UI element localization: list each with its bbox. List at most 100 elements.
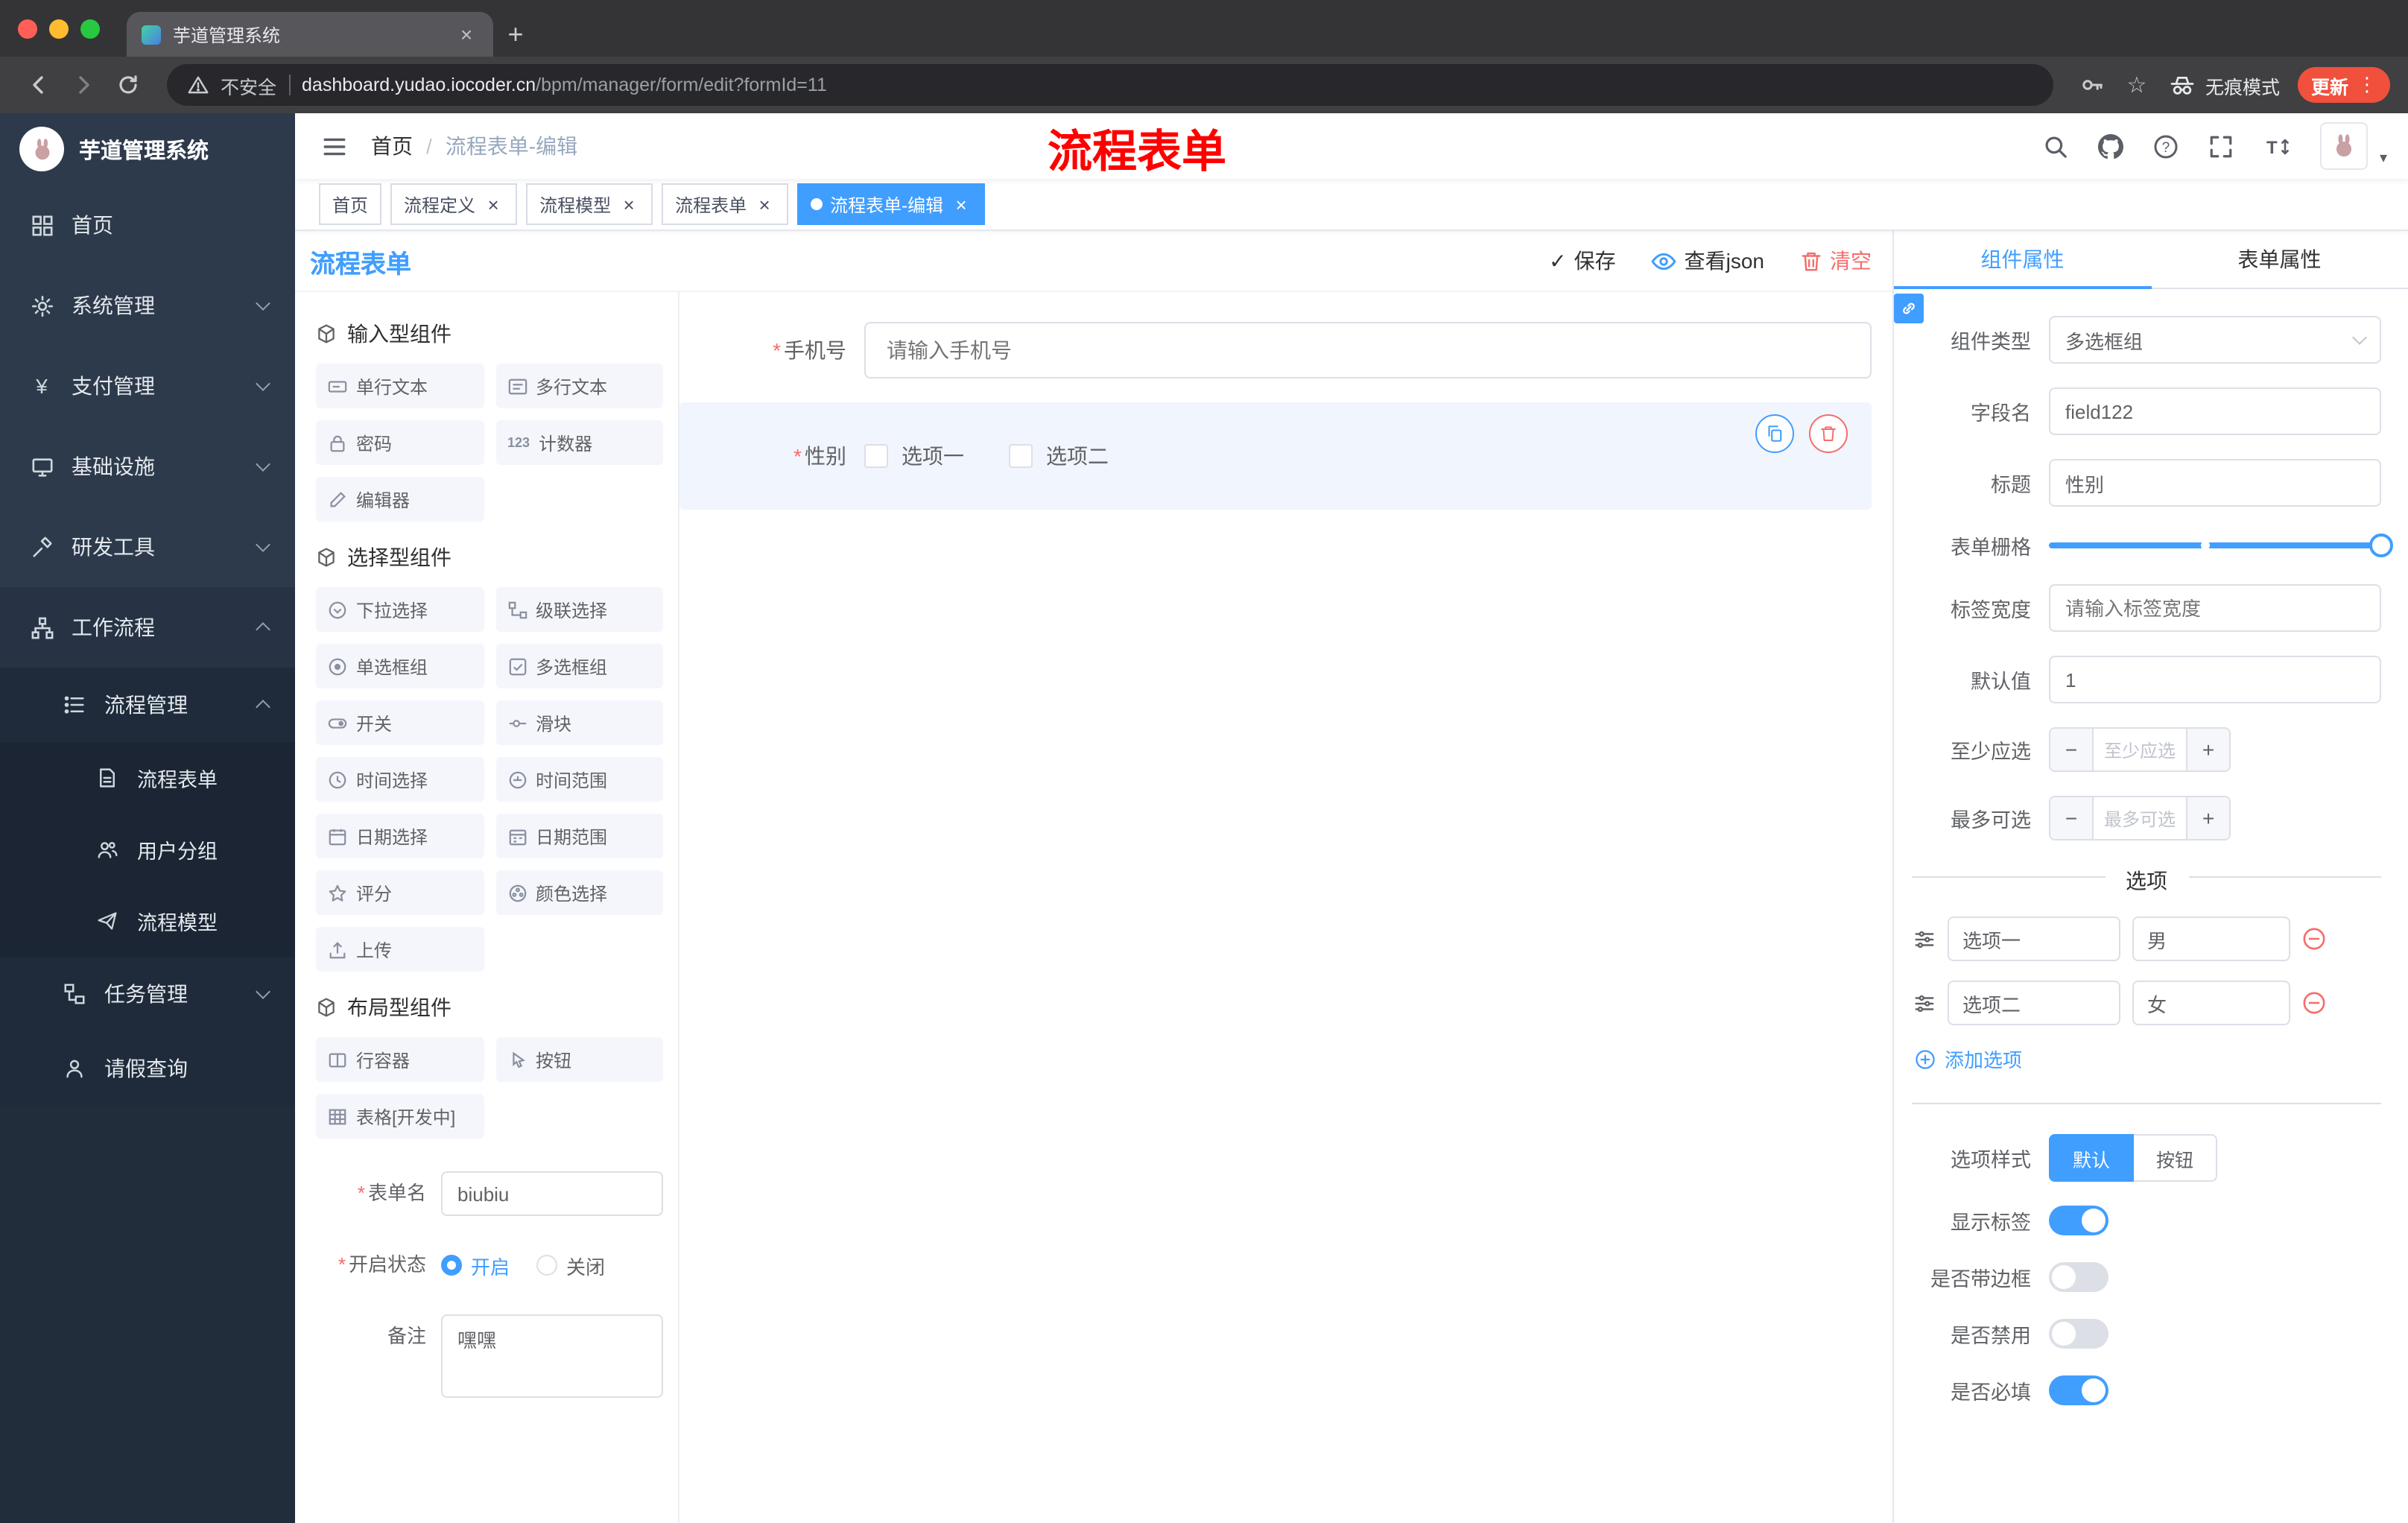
palette-item-password[interactable]: 密码 [316, 420, 484, 465]
style-default-button[interactable]: 默认 [2049, 1134, 2135, 1182]
phone-input[interactable] [864, 322, 1872, 379]
sidebar-logo[interactable]: 芋道管理系统 [0, 113, 295, 185]
tag-close-icon[interactable]: × [618, 194, 639, 215]
show-label-toggle[interactable] [2049, 1206, 2108, 1235]
tab-component-props[interactable]: 组件属性 [1894, 231, 2151, 289]
delete-component-button[interactable] [1809, 414, 1848, 453]
add-option-button[interactable]: 添加选项 [1915, 1045, 2408, 1073]
gender-checkbox-2[interactable]: 选项二 [1009, 441, 1109, 471]
palette-item-button[interactable]: 按钮 [495, 1037, 663, 1082]
sidebar-item-process-mgmt[interactable]: 流程管理 [0, 668, 295, 742]
link-anchor-button[interactable] [1894, 294, 1924, 323]
user-avatar[interactable] [2319, 122, 2368, 170]
option-value-input[interactable] [2132, 916, 2290, 961]
help-icon[interactable]: ? [2153, 133, 2179, 159]
sidebar-item-home[interactable]: 首页 [0, 185, 295, 265]
hamburger-icon[interactable] [322, 133, 347, 159]
palette-item-checkbox-group[interactable]: 多选框组 [495, 644, 663, 688]
label-width-input[interactable] [2049, 584, 2381, 632]
avatar-caret-icon[interactable]: ▾ [2380, 151, 2387, 170]
back-icon[interactable] [18, 64, 60, 106]
gender-checkbox-1[interactable]: 选项一 [864, 441, 964, 471]
url-text[interactable]: dashboard.yudao.iocoder.cn/bpm/manager/f… [302, 75, 827, 95]
border-toggle[interactable] [2049, 1262, 2108, 1292]
breadcrumb-home[interactable]: 首页 [371, 131, 413, 161]
sidebar-item-devtools[interactable]: 研发工具 [0, 507, 295, 587]
decrease-button[interactable]: − [2050, 797, 2094, 839]
tag-process-form-edit[interactable]: 流程表单-编辑 × [797, 183, 986, 225]
tag-close-icon[interactable]: × [951, 194, 972, 215]
sidebar-item-workflow[interactable]: 工作流程 [0, 587, 295, 668]
tag-process-model[interactable]: 流程模型 × [526, 183, 653, 225]
tab-close-icon[interactable]: × [454, 22, 478, 46]
style-button-button[interactable]: 按钮 [2134, 1134, 2218, 1182]
palette-item-multi-text[interactable]: 多行文本 [495, 364, 663, 408]
tag-process-form[interactable]: 流程表单 × [662, 183, 789, 225]
search-icon[interactable] [2043, 133, 2068, 159]
tag-close-icon[interactable]: × [754, 194, 775, 215]
tag-close-icon[interactable]: × [483, 194, 504, 215]
remove-option-icon[interactable] [2302, 991, 2326, 1015]
reload-icon[interactable] [107, 64, 149, 106]
palette-item-cascader[interactable]: 级联选择 [495, 587, 663, 632]
palette-item-single-text[interactable]: 单行文本 [316, 364, 484, 408]
sidebar-item-infra[interactable]: 基础设施 [0, 426, 295, 507]
drag-option-icon[interactable] [1913, 928, 1936, 950]
option-label-input[interactable] [1948, 981, 2120, 1025]
field-name-input[interactable] [2049, 387, 2381, 435]
window-minimize-button[interactable] [49, 19, 69, 38]
palette-item-upload[interactable]: 上传 [316, 927, 484, 972]
palette-item-color-picker[interactable]: 颜色选择 [495, 870, 663, 915]
option-label-input[interactable] [1948, 916, 2120, 961]
sidebar-item-process-model[interactable]: 流程模型 [0, 885, 295, 957]
save-button[interactable]: ✓ 保存 [1549, 246, 1615, 276]
github-icon[interactable] [2097, 133, 2123, 159]
status-radio-off[interactable]: 关闭 [536, 1251, 605, 1279]
palette-item-radio-group[interactable]: 单选框组 [316, 644, 484, 688]
disabled-toggle[interactable] [2049, 1319, 2108, 1349]
security-label[interactable]: 不安全 [221, 71, 276, 99]
palette-item-select[interactable]: 下拉选择 [316, 587, 484, 632]
component-type-select[interactable]: 多选框组 [2049, 316, 2381, 364]
max-select-value[interactable]: 最多可选 [2094, 797, 2186, 839]
update-browser-button[interactable]: 更新 ⋮ [2297, 67, 2390, 103]
palette-item-counter[interactable]: 123 计数器 [495, 420, 663, 465]
palette-item-time-picker[interactable]: 时间选择 [316, 757, 484, 802]
decrease-button[interactable]: − [2050, 729, 2094, 770]
password-key-icon[interactable] [2071, 64, 2113, 106]
sidebar-item-system[interactable]: 系统管理 [0, 265, 295, 346]
browser-tab[interactable]: 芋道管理系统 × [127, 12, 493, 57]
sidebar-item-leave-query[interactable]: 请假查询 [0, 1031, 295, 1106]
palette-item-time-range[interactable]: 时间范围 [495, 757, 663, 802]
tag-home[interactable]: 首页 [319, 183, 382, 225]
slider-handle[interactable] [2369, 533, 2393, 557]
increase-button[interactable]: + [2186, 729, 2229, 770]
palette-item-table[interactable]: 表格[开发中] [316, 1094, 484, 1139]
remove-option-icon[interactable] [2302, 927, 2326, 951]
window-maximize-button[interactable] [80, 19, 100, 38]
sidebar-item-payment[interactable]: ¥ 支付管理 [0, 346, 295, 426]
canvas-field-gender[interactable]: * 性别 选项一 选项二 [679, 402, 1872, 510]
required-toggle[interactable] [2049, 1375, 2108, 1405]
canvas-field-phone[interactable]: * 手机号 [679, 307, 1872, 393]
palette-item-editor[interactable]: 编辑器 [316, 477, 484, 522]
title-input[interactable] [2049, 459, 2381, 507]
increase-button[interactable]: + [2186, 797, 2229, 839]
sidebar-item-user-groups[interactable]: 用户分组 [0, 814, 295, 885]
palette-item-row-container[interactable]: 行容器 [316, 1037, 484, 1082]
palette-item-rate[interactable]: 评分 [316, 870, 484, 915]
address-bar[interactable]: 不安全 dashboard.yudao.iocoder.cn/bpm/manag… [167, 64, 2053, 106]
fullscreen-icon[interactable] [2208, 133, 2234, 159]
sidebar-item-process-form[interactable]: 流程表单 [0, 742, 295, 814]
option-value-input[interactable] [2132, 981, 2290, 1025]
sidebar-item-task-mgmt[interactable]: 任务管理 [0, 957, 295, 1031]
tag-process-definition[interactable]: 流程定义 × [390, 183, 518, 225]
grid-slider[interactable] [2049, 533, 2393, 557]
new-tab-button[interactable]: + [493, 12, 538, 57]
font-size-icon[interactable]: T [2263, 133, 2290, 159]
min-select-value[interactable]: 至少应选 [2094, 729, 2186, 770]
palette-item-date-range[interactable]: 日期范围 [495, 814, 663, 858]
bookmark-star-icon[interactable]: ☆ [2116, 64, 2158, 106]
form-name-input[interactable] [441, 1171, 663, 1216]
browser-menu-kebab-icon[interactable]: ⋮ [2357, 73, 2377, 97]
